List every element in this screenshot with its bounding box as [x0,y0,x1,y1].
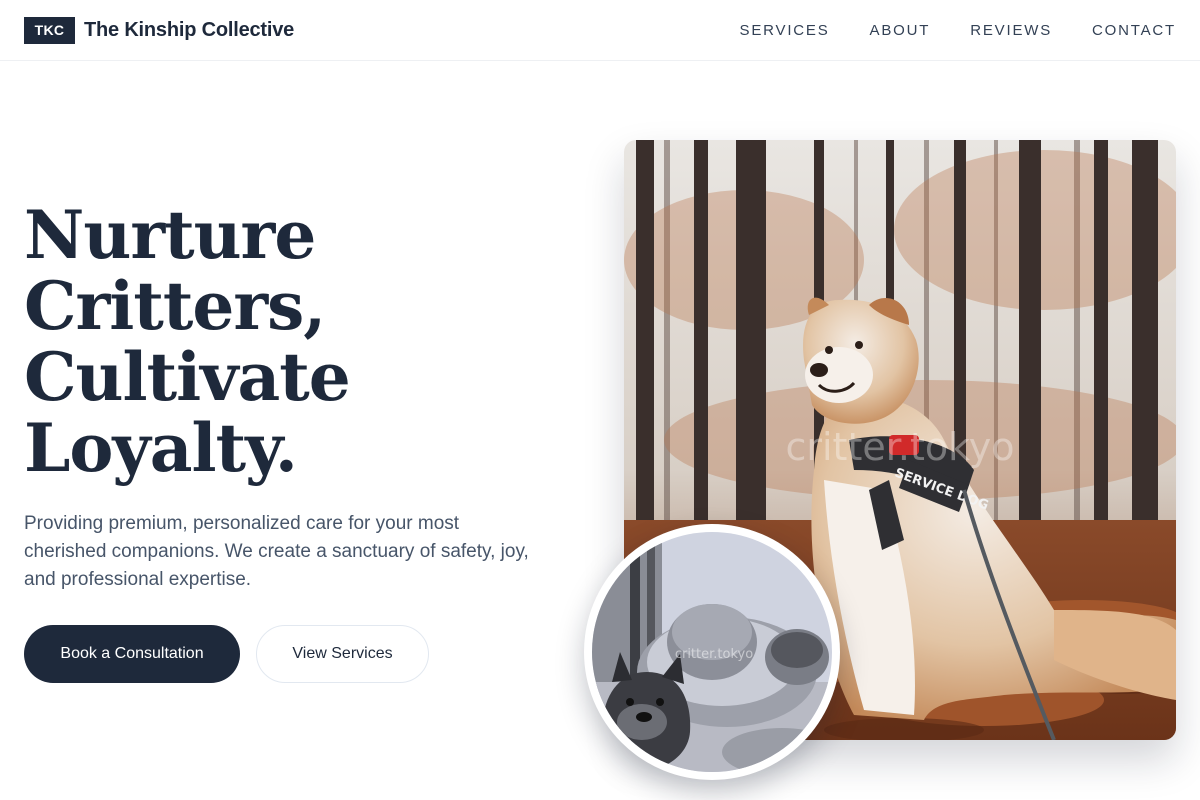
hero-title-line: Critters, [24,267,326,345]
nav-link-services[interactable]: SERVICES [740,22,830,39]
nav-link-reviews[interactable]: REVIEWS [970,22,1052,39]
main-photo-watermark: critter.tokyo [785,425,1014,469]
hero-title-line: Cultivate [24,338,351,416]
site-header: TKC The Kinship Collective SERVICES ABOU… [0,0,1200,61]
hero-subtitle: Providing premium, personalized care for… [24,513,529,590]
hero-title-line: Nurture [24,196,316,274]
book-consultation-button[interactable]: Book a Consultation [24,625,240,683]
hero-title: Nurture Critters, Cultivate Loyalty. [24,200,584,484]
brand-name: The Kinship Collective [84,18,295,41]
nav-link-contact[interactable]: CONTACT [1092,22,1176,39]
main-nav: SERVICES ABOUT REVIEWS CONTACT [740,22,1176,39]
hero-title-line: Loyalty. [24,409,298,487]
inset-photo-frame: critter.tokyo [584,524,840,780]
brand-logo: TKC [24,16,75,44]
brand[interactable]: TKC The Kinship Collective [24,16,295,44]
view-services-button[interactable]: View Services [256,625,429,683]
inset-photo-watermark: critter.tokyo [675,647,753,662]
nav-link-about[interactable]: ABOUT [870,22,931,39]
inset-bulldog-photo: critter.tokyo [592,532,832,772]
